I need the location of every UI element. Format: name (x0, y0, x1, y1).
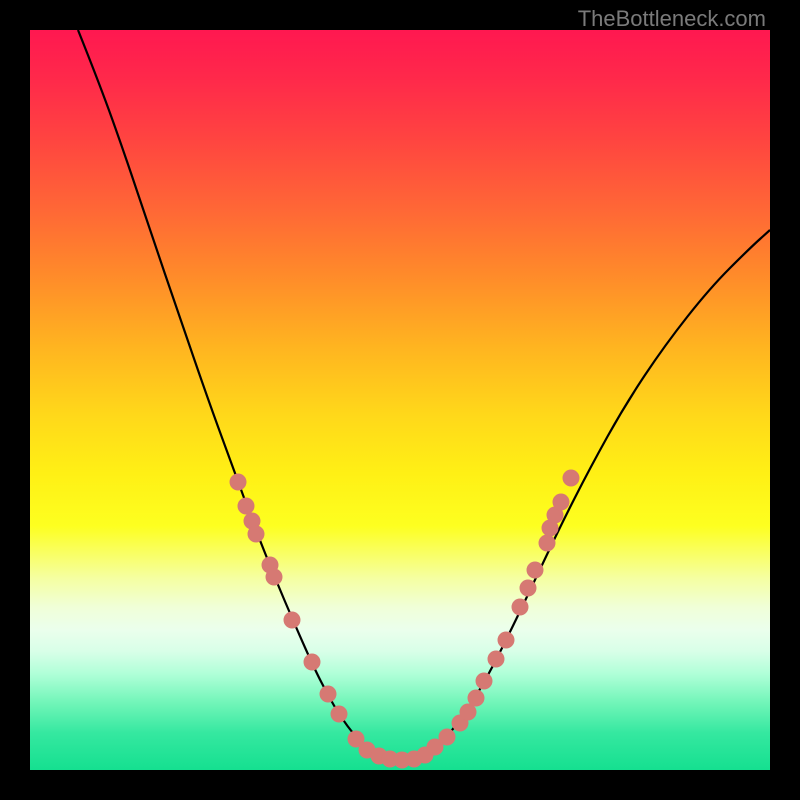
scatter-point (304, 654, 321, 671)
scatter-point (331, 706, 348, 723)
scatter-point (476, 673, 493, 690)
scatter-point (488, 651, 505, 668)
scatter-point (520, 580, 537, 597)
watermark-text: TheBottleneck.com (578, 6, 766, 32)
left-dots-group (230, 474, 348, 723)
chart-frame: TheBottleneck.com (0, 0, 800, 800)
scatter-point (427, 739, 444, 756)
dots-layer (30, 30, 770, 770)
scatter-point (539, 535, 556, 552)
scatter-point (563, 470, 580, 487)
scatter-point (248, 526, 265, 543)
scatter-point (320, 686, 337, 703)
scatter-point (512, 599, 529, 616)
scatter-point (468, 690, 485, 707)
right-dots-group (439, 470, 580, 746)
plot-area (30, 30, 770, 770)
scatter-point (498, 632, 515, 649)
bottom-dots-group (348, 731, 444, 769)
scatter-point (527, 562, 544, 579)
scatter-point (553, 494, 570, 511)
scatter-point (230, 474, 247, 491)
scatter-point (266, 569, 283, 586)
scatter-point (238, 498, 255, 515)
scatter-point (284, 612, 301, 629)
